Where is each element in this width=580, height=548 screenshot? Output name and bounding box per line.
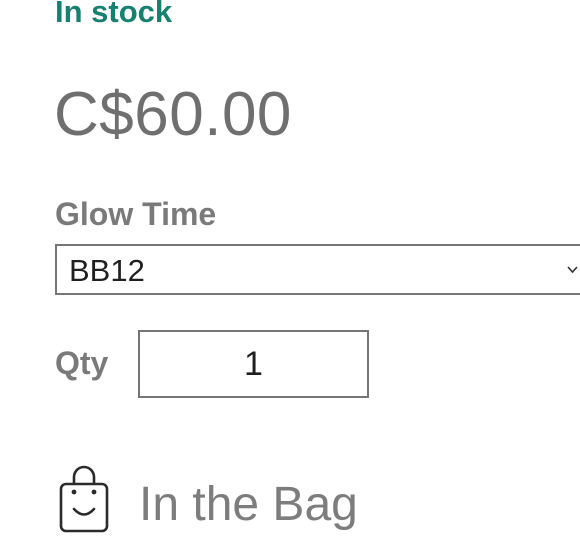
quantity-input[interactable] (138, 330, 369, 398)
add-to-bag-button[interactable]: In the Bag (52, 462, 382, 548)
shopping-bag-icon (59, 465, 109, 533)
variant-label: Glow Time (55, 196, 217, 232)
variant-selected-value: BB12 (69, 253, 145, 288)
add-to-bag-label: In the Bag (139, 478, 358, 531)
product-price: C$60.00 (54, 80, 292, 149)
chevron-down-icon (567, 266, 578, 274)
variant-select[interactable]: BB12 (55, 244, 580, 295)
quantity-label: Qty (55, 345, 109, 381)
stock-status: In stock (55, 0, 173, 29)
